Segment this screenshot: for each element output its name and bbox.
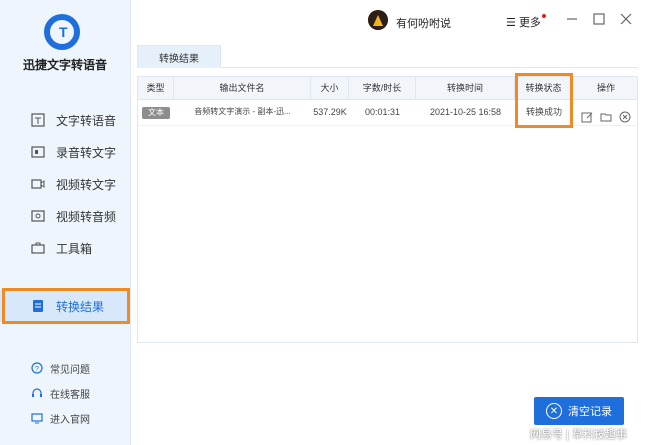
- col-type: 类型: [138, 77, 174, 99]
- nav-label: 工具箱: [56, 241, 93, 256]
- video-audio-icon: [28, 208, 48, 224]
- minimize-icon[interactable]: [565, 12, 579, 26]
- video-text-icon: [28, 176, 48, 192]
- filename-cell: 音频转文字演示 - 副本-迅...: [194, 107, 291, 116]
- notification-dot: [542, 14, 546, 18]
- nav-label: 视频转音频: [56, 209, 117, 224]
- clear-icon: ✕: [546, 403, 562, 419]
- text-to-speech-icon: [28, 112, 48, 128]
- col-time: 转换时间: [416, 77, 515, 99]
- user-avatar[interactable]: [368, 10, 388, 30]
- actions-cell: [573, 99, 639, 125]
- help-item-faq[interactable]: ? 常见问题: [0, 358, 130, 378]
- col-size: 大小: [311, 77, 349, 99]
- help-item-website[interactable]: 进入官网: [0, 408, 130, 428]
- close-icon[interactable]: [619, 12, 633, 26]
- nav-item-text-to-speech[interactable]: 文字转语音: [0, 104, 130, 136]
- menu-icon: ☰: [506, 17, 516, 29]
- highlight-box-status: [515, 73, 573, 128]
- username[interactable]: 有何吩咐说: [396, 15, 451, 31]
- nav-label: 录音转文字: [56, 145, 117, 160]
- nav-item-video-to-text[interactable]: 视频转文字: [0, 168, 130, 200]
- app-name: 迅捷文字转语音: [22, 58, 107, 72]
- type-badge: 文本: [142, 106, 170, 119]
- clear-label: 清空记录: [568, 406, 612, 418]
- toolbox-icon: [28, 240, 48, 256]
- tab-results[interactable]: 转换结果: [137, 45, 221, 68]
- recording-icon: [28, 144, 48, 160]
- nav-item-video-to-audio[interactable]: 视频转音频: [0, 200, 130, 232]
- nav-item-toolbox[interactable]: 工具箱: [0, 232, 130, 264]
- folder-icon[interactable]: [600, 107, 612, 122]
- monitor-icon: [30, 411, 44, 425]
- nav-label: 文字转语音: [56, 113, 117, 128]
- more-menu[interactable]: ☰ 更多: [506, 14, 541, 30]
- headset-icon: [30, 386, 44, 400]
- more-label: 更多: [518, 17, 541, 29]
- col-actions: 操作: [596, 83, 615, 93]
- maximize-icon[interactable]: [592, 12, 606, 26]
- type-cell: 文本: [138, 99, 174, 125]
- duration-cell: 00:01:31: [364, 107, 401, 117]
- size-cell: 537.29K: [313, 107, 347, 117]
- nav-label: 视频转文字: [56, 177, 117, 192]
- help-label: 常见问题: [50, 364, 90, 376]
- question-icon: ?: [30, 361, 44, 375]
- watermark: 网易号 | 草科技趣事: [530, 429, 627, 441]
- col-duration: 字数/时长: [349, 77, 416, 99]
- help-label: 进入官网: [50, 414, 90, 426]
- tab-bar: 转换结果: [137, 45, 638, 68]
- edit-icon[interactable]: [581, 107, 593, 123]
- nav-item-recording-to-text[interactable]: 录音转文字: [0, 136, 130, 168]
- delete-icon[interactable]: [619, 107, 631, 123]
- col-filename: 输出文件名: [174, 77, 311, 99]
- app-logo-icon: T: [44, 14, 80, 50]
- svg-text:?: ?: [35, 366, 39, 373]
- highlight-box-nav: [2, 288, 130, 324]
- help-label: 在线客服: [50, 389, 90, 401]
- clear-records-button[interactable]: ✕ 清空记录: [534, 397, 624, 425]
- time-cell: 2021-10-25 16:58: [429, 107, 502, 117]
- help-item-support[interactable]: 在线客服: [0, 383, 130, 403]
- sidebar: T 迅捷文字转语音 文字转语音 录音转文字 视频转文字 视频转音频 工具箱 转换…: [0, 0, 131, 445]
